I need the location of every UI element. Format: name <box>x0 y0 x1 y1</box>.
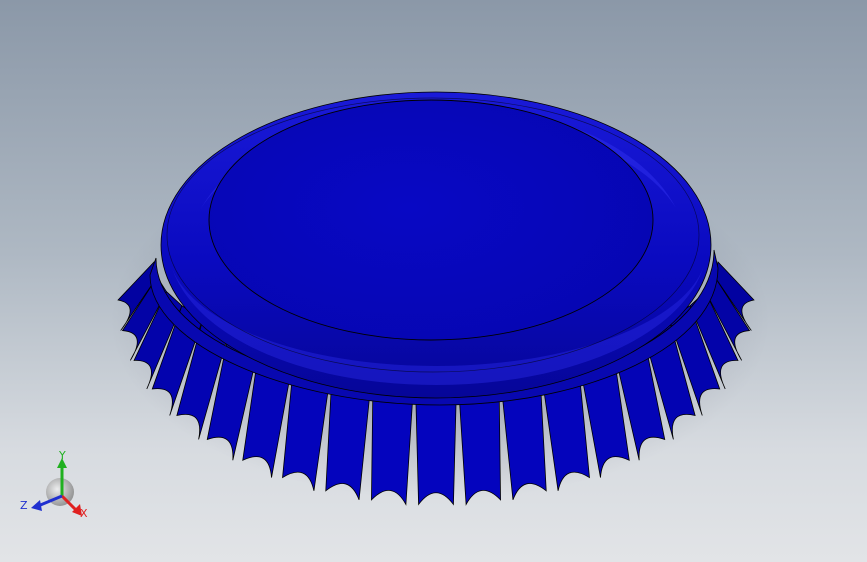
triad-z-label: Z <box>20 499 28 512</box>
triad-y-label: Y <box>58 449 66 462</box>
graphics-viewport[interactable]: Y X Z <box>0 0 867 562</box>
orientation-triad[interactable]: Y X Z <box>0 0 867 562</box>
triad-x-label: X <box>80 507 88 520</box>
triad-z-arrow <box>31 500 42 511</box>
